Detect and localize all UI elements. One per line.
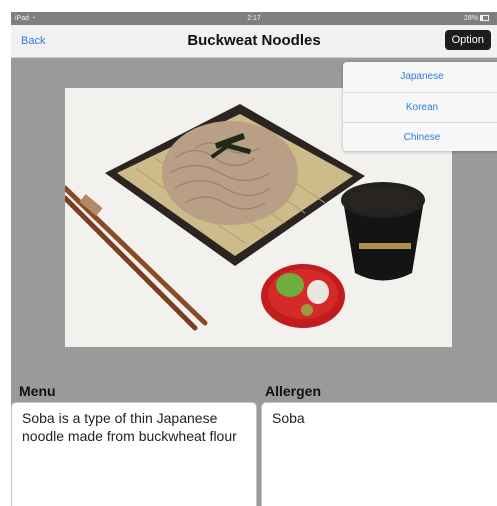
app-screen: iPad ◔ 2:17 28% Back Buckweat Noodles Op… bbox=[11, 12, 497, 506]
menu-description-text: Soba is a type of thin Japanese noodle m… bbox=[22, 410, 237, 444]
navigation-bar: Back Buckweat Noodles Option bbox=[11, 25, 497, 58]
battery-percent: 28% bbox=[463, 15, 478, 22]
battery-status: 28% bbox=[464, 12, 489, 25]
language-option-japanese[interactable]: Japanese bbox=[343, 62, 497, 91]
option-button[interactable]: Option bbox=[444, 30, 491, 50]
allergen-box: Soba bbox=[261, 402, 497, 506]
dipping-sauce-cup bbox=[341, 182, 425, 281]
noodle-pile bbox=[162, 121, 298, 225]
condiment-plate bbox=[261, 264, 345, 328]
battery-icon bbox=[480, 15, 489, 22]
allergen-label: Allergen bbox=[265, 383, 322, 399]
language-option-chinese[interactable]: Chinese bbox=[343, 122, 497, 152]
status-bar: iPad ◔ 2:17 28% bbox=[11, 12, 497, 25]
allergen-text: Soba bbox=[272, 410, 305, 426]
language-dropdown: Japanese Korean Chinese bbox=[343, 62, 497, 151]
language-option-korean[interactable]: Korean bbox=[343, 92, 497, 122]
menu-label: Menu bbox=[19, 383, 56, 399]
page-title: Buckweat Noodles bbox=[187, 32, 321, 49]
clock: 2:17 bbox=[247, 15, 261, 22]
menu-description-box: Soba is a type of thin Japanese noodle m… bbox=[11, 402, 257, 506]
